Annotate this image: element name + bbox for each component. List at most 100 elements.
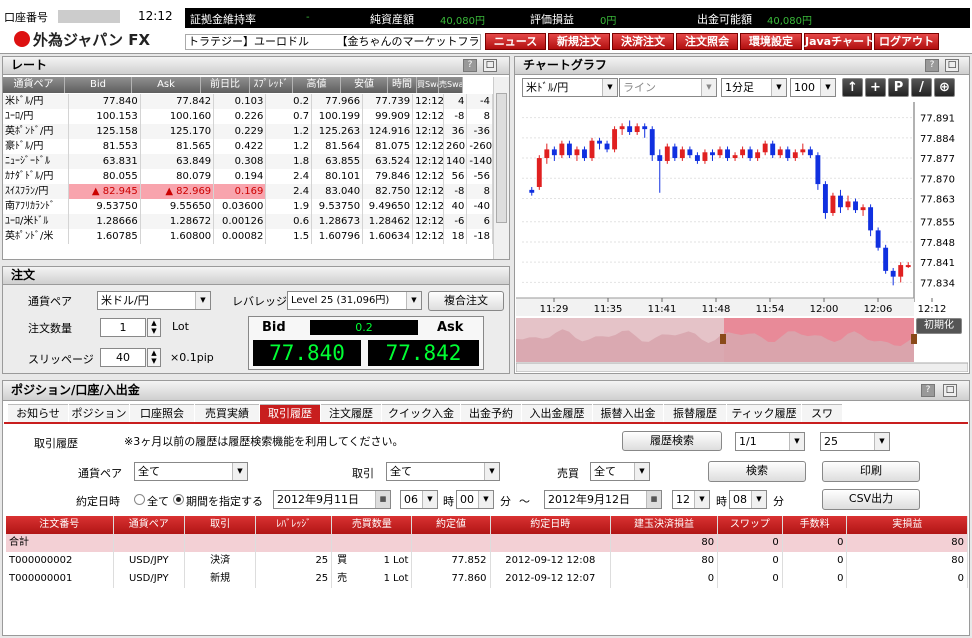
- tab-12[interactable]: スワ: [802, 404, 842, 422]
- chart-tool-3[interactable]: /: [911, 78, 932, 97]
- candle-body[interactable]: [883, 247, 889, 271]
- rate-row[interactable]: ﾕｰﾛ/円 100.153 100.160 0.226 0.7 100.199 99.909…: [3, 109, 493, 124]
- history-row[interactable]: T000000001 USD/JPY 新規 25 売 Lot 1 77.860 2012-09-…: [6, 570, 968, 588]
- radio-all[interactable]: [134, 494, 145, 505]
- rate-row[interactable]: ｽｲｽﾌﾗﾝ/円 ▲ 82.945 ▲ 82.969 0.169 2.4 83.040 82…: [3, 184, 493, 199]
- filter-pair-select[interactable]: 全て ▼: [134, 462, 248, 481]
- ask-price-button[interactable]: 77.842: [368, 340, 479, 366]
- candle-body[interactable]: [785, 149, 791, 159]
- scroll-thumb[interactable]: [496, 93, 507, 223]
- top-button-6[interactable]: ログアウト: [874, 33, 939, 50]
- chart-period-select[interactable]: 1分足 ▼: [721, 78, 787, 97]
- overview-handle-right[interactable]: [911, 334, 917, 344]
- chart-tool-0[interactable]: ↑: [842, 78, 863, 97]
- candle-body[interactable]: [890, 270, 896, 277]
- candle-body[interactable]: [672, 146, 678, 159]
- to-date-input[interactable]: 2012年9月12日 ▦: [544, 490, 662, 509]
- candle-body[interactable]: [860, 207, 866, 211]
- candle-body[interactable]: [875, 230, 881, 248]
- csv-export-button[interactable]: CSV出力: [822, 489, 920, 510]
- chart-pair-select[interactable]: 米ﾄﾞﾙ/円 ▼: [522, 78, 618, 97]
- page-select[interactable]: 1/1 ▼: [735, 432, 805, 451]
- candle-body[interactable]: [755, 152, 761, 159]
- chart-canvas[interactable]: 77.891 77.884 77.877 77.870 77.863 77.855 77.8…: [516, 98, 968, 372]
- chart-count-select[interactable]: 100 ▼: [790, 78, 836, 97]
- minimize-icon[interactable]: □: [483, 59, 497, 72]
- calendar-icon[interactable]: ▦: [375, 491, 390, 508]
- overview-handle-left[interactable]: [720, 334, 726, 344]
- bid-price-button[interactable]: 77.840: [253, 340, 361, 366]
- chart-tool-1[interactable]: +: [865, 78, 886, 97]
- tab-0[interactable]: お知らせ: [8, 404, 68, 422]
- leverage-select[interactable]: Level 25 (31,096円) ▼: [287, 291, 422, 310]
- print-button[interactable]: 印刷: [822, 461, 920, 482]
- candle-body[interactable]: [627, 126, 633, 133]
- chart-style-select[interactable]: ライン ▼: [619, 78, 717, 97]
- candle-body[interactable]: [604, 143, 610, 150]
- candle-body[interactable]: [664, 146, 670, 161]
- to-min-select[interactable]: 08 ▼: [729, 490, 767, 509]
- tab-8[interactable]: 入出金履歴: [522, 404, 592, 422]
- news-ticker[interactable]: トラテジー】ユーロドル 【金ちゃんのマーケットフラッ: [185, 34, 481, 50]
- rate-row[interactable]: 南ｱﾌﾘｶﾗﾝﾄﾞ 9.53750 9.55650 0.03600 1.9 9.53750…: [3, 199, 493, 214]
- history-table[interactable]: 注文番号 通貨ペア 取引 ﾚﾊﾞﾚｯｼﾞ 売買数量 約定値 約定日時 建玉決済損益 スワップ 手数…: [6, 516, 968, 588]
- top-button-4[interactable]: 環境設定: [740, 33, 802, 50]
- candle-body[interactable]: [694, 155, 700, 161]
- candle-body[interactable]: [679, 149, 685, 159]
- candle-body[interactable]: [710, 152, 715, 156]
- rate-row[interactable]: ﾕｰﾛ/米ﾄﾞﾙ 1.28666 1.28672 0.00126 0.6 1.28673 1…: [3, 214, 493, 229]
- tab-5[interactable]: 注文履歴: [321, 404, 381, 422]
- rate-row[interactable]: ﾆｭｰｼﾞｰﾄﾞﾙ 63.831 63.849 0.308 1.8 63.855 63.52…: [3, 154, 493, 169]
- candle-body[interactable]: [582, 149, 587, 159]
- candle-body[interactable]: [634, 126, 640, 133]
- chart-scrollbar[interactable]: [516, 362, 968, 372]
- tab-10[interactable]: 振替履歴: [664, 404, 726, 422]
- rate-scrollbar[interactable]: [493, 77, 509, 259]
- candle-body[interactable]: [551, 149, 557, 156]
- candle-body[interactable]: [717, 149, 723, 156]
- filter-side-select[interactable]: 全て ▼: [590, 462, 650, 481]
- tab-2[interactable]: 口座照会: [130, 404, 194, 422]
- candle-body[interactable]: [657, 155, 663, 161]
- candle-body[interactable]: [544, 149, 550, 159]
- help-icon[interactable]: ?: [921, 384, 935, 397]
- candle-body[interactable]: [702, 152, 708, 161]
- candle-body[interactable]: [762, 143, 768, 153]
- page-size-select[interactable]: 25 ▼: [820, 432, 890, 451]
- filter-trade-select[interactable]: 全て ▼: [386, 462, 500, 481]
- radio-period[interactable]: [173, 494, 184, 505]
- candle-body[interactable]: [905, 265, 911, 268]
- tab-9[interactable]: 振替入出金: [593, 404, 663, 422]
- order-pair-select[interactable]: 米ドル/円 ▼: [97, 291, 211, 310]
- candle-body[interactable]: [619, 126, 625, 130]
- top-button-1[interactable]: 新規注文: [548, 33, 610, 50]
- help-icon[interactable]: ?: [463, 59, 477, 72]
- candle-body[interactable]: [898, 265, 904, 277]
- candle-body[interactable]: [589, 140, 595, 159]
- rate-row[interactable]: 英ﾎﾟﾝﾄﾞ/米 1.60785 1.60800 0.00082 1.5 1.60796 1…: [3, 229, 493, 244]
- minimize-icon[interactable]: □: [943, 384, 957, 397]
- candle-body[interactable]: [800, 149, 806, 153]
- tab-3[interactable]: 売買実績: [195, 404, 259, 422]
- from-min-select[interactable]: 00 ▼: [456, 490, 494, 509]
- calendar-icon[interactable]: ▦: [646, 491, 661, 508]
- candle-body[interactable]: [559, 143, 565, 156]
- tab-4[interactable]: 取引履歴: [260, 404, 320, 422]
- tab-6[interactable]: クイック入金: [382, 404, 460, 422]
- candle-body[interactable]: [612, 129, 618, 150]
- candle-body[interactable]: [807, 149, 813, 156]
- minimize-icon[interactable]: □: [945, 59, 959, 72]
- slippage-stepper[interactable]: ▲ ▼: [147, 348, 161, 367]
- candle-body[interactable]: [642, 126, 648, 130]
- candle-body[interactable]: [822, 184, 828, 214]
- candle-body[interactable]: [770, 143, 776, 156]
- help-icon[interactable]: ?: [925, 59, 939, 72]
- candle-body[interactable]: [792, 152, 798, 159]
- history-search-button[interactable]: 履歴検索: [622, 431, 722, 451]
- search-button[interactable]: 検索: [708, 461, 806, 482]
- candle-body[interactable]: [649, 129, 655, 156]
- chart-tool-4[interactable]: ⊕: [934, 78, 955, 97]
- candle-body[interactable]: [815, 155, 821, 185]
- candle-body[interactable]: [536, 158, 542, 187]
- history-row[interactable]: T000000002 USD/JPY 決済 25 買 Lot 1 77.852 2012-09-…: [6, 552, 968, 570]
